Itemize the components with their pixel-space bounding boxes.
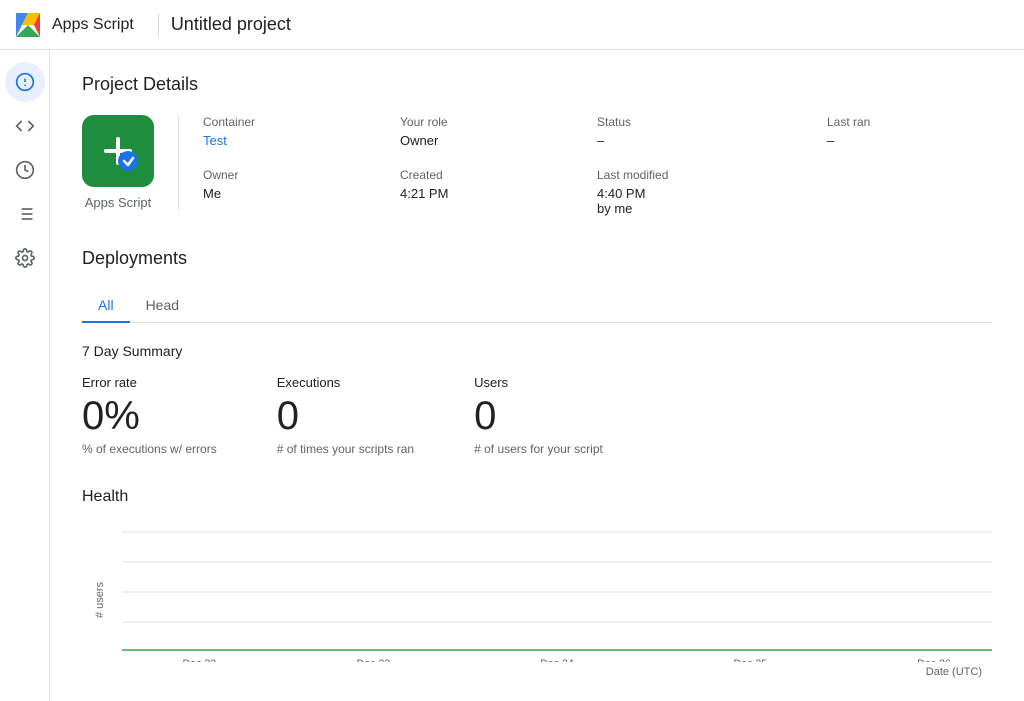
meta-last-ran-value: –: [827, 133, 992, 148]
meta-owner: Owner Me: [203, 168, 368, 216]
meta-status-value: –: [597, 133, 795, 148]
header: Apps Script Untitled project: [0, 0, 1024, 50]
stat-executions-value: 0: [277, 394, 414, 438]
header-divider: [158, 13, 159, 37]
main-layout: Project Details Apps Script: [0, 50, 1024, 701]
meta-owner-label: Owner: [203, 168, 368, 182]
tab-all[interactable]: All: [82, 289, 130, 323]
svg-text:Dec 25: Dec 25: [734, 658, 768, 662]
project-icon-label: Apps Script: [85, 195, 151, 210]
meta-role: Your role Owner: [400, 115, 565, 148]
svg-text:Dec 24: Dec 24: [540, 658, 574, 662]
meta-container: Container Test: [203, 115, 368, 148]
app-title: Apps Script: [52, 16, 134, 34]
stat-error-rate-desc: % of executions w/ errors: [82, 442, 217, 456]
svg-text:Dec 26: Dec 26: [917, 658, 951, 662]
tabs-bar: All Head: [82, 289, 992, 323]
deployments-title: Deployments: [82, 248, 992, 269]
stats-row: Error rate 0% % of executions w/ errors …: [82, 375, 992, 456]
meta-last-modified: Last modified 4:40 PM by me: [597, 168, 992, 216]
summary-title: 7 Day Summary: [82, 343, 992, 359]
meta-created: Created 4:21 PM: [400, 168, 565, 216]
meta-last-modified-label: Last modified: [597, 168, 992, 182]
project-meta: Container Test Your role Owner Status – …: [203, 115, 992, 216]
stat-executions-name: Executions: [277, 375, 414, 390]
deployments-section: Deployments All Head 7 Day Summary Error…: [82, 248, 992, 456]
meta-role-label: Your role: [400, 115, 565, 129]
stat-users-name: Users: [474, 375, 603, 390]
sidebar: [0, 50, 50, 701]
meta-status: Status –: [597, 115, 795, 148]
chart-container: # users 4 3 2 1 0 Dec 22 Dec 23: [122, 522, 992, 678]
stat-error-rate: Error rate 0% % of executions w/ errors: [82, 375, 217, 456]
meta-container-label: Container: [203, 115, 368, 129]
sidebar-item-triggers[interactable]: [5, 150, 45, 190]
meta-owner-value: Me: [203, 186, 368, 201]
meta-last-modified-value: 4:40 PM by me: [597, 186, 992, 216]
meta-role-value: Owner: [400, 133, 565, 148]
meta-created-label: Created: [400, 168, 565, 182]
health-title: Health: [82, 488, 992, 506]
sidebar-item-executions[interactable]: [5, 194, 45, 234]
sidebar-item-settings[interactable]: [5, 238, 45, 278]
project-details-title: Project Details: [82, 74, 992, 95]
sidebar-item-editor[interactable]: [5, 106, 45, 146]
stat-executions-desc: # of times your scripts ran: [277, 442, 414, 456]
meta-created-value: 4:21 PM: [400, 186, 565, 201]
logo: Apps Script: [12, 9, 146, 41]
project-icon-svg: [96, 129, 140, 173]
apps-script-logo: [12, 9, 44, 41]
project-icon-box: [82, 115, 154, 187]
stat-error-rate-name: Error rate: [82, 375, 217, 390]
health-chart: 4 3 2 1 0 Dec 22 Dec 23 Dec 24 Dec 25 De…: [122, 522, 992, 662]
meta-container-value[interactable]: Test: [203, 133, 368, 148]
chart-y-label: # users: [94, 582, 106, 618]
meta-last-ran: Last ran –: [827, 115, 992, 148]
project-card: Apps Script Container Test Your role Own…: [82, 115, 992, 216]
project-title[interactable]: Untitled project: [171, 14, 291, 35]
stat-executions: Executions 0 # of times your scripts ran: [277, 375, 414, 456]
tab-head[interactable]: Head: [130, 289, 195, 323]
meta-last-ran-label: Last ran: [827, 115, 992, 129]
meta-status-label: Status: [597, 115, 795, 129]
stat-error-rate-value: 0%: [82, 394, 217, 438]
content-area: Project Details Apps Script: [50, 50, 1024, 701]
chart-x-label: Date (UTC): [122, 666, 982, 678]
stat-users-value: 0: [474, 394, 603, 438]
stat-users-desc: # of users for your script: [474, 442, 603, 456]
svg-text:Dec 23: Dec 23: [357, 658, 391, 662]
sidebar-item-overview[interactable]: [5, 62, 45, 102]
stat-users: Users 0 # of users for your script: [474, 375, 603, 456]
svg-text:Dec 22: Dec 22: [183, 658, 217, 662]
health-section: Health # users 4 3 2 1 0 De: [82, 488, 992, 678]
project-icon-area: Apps Script: [82, 115, 179, 210]
